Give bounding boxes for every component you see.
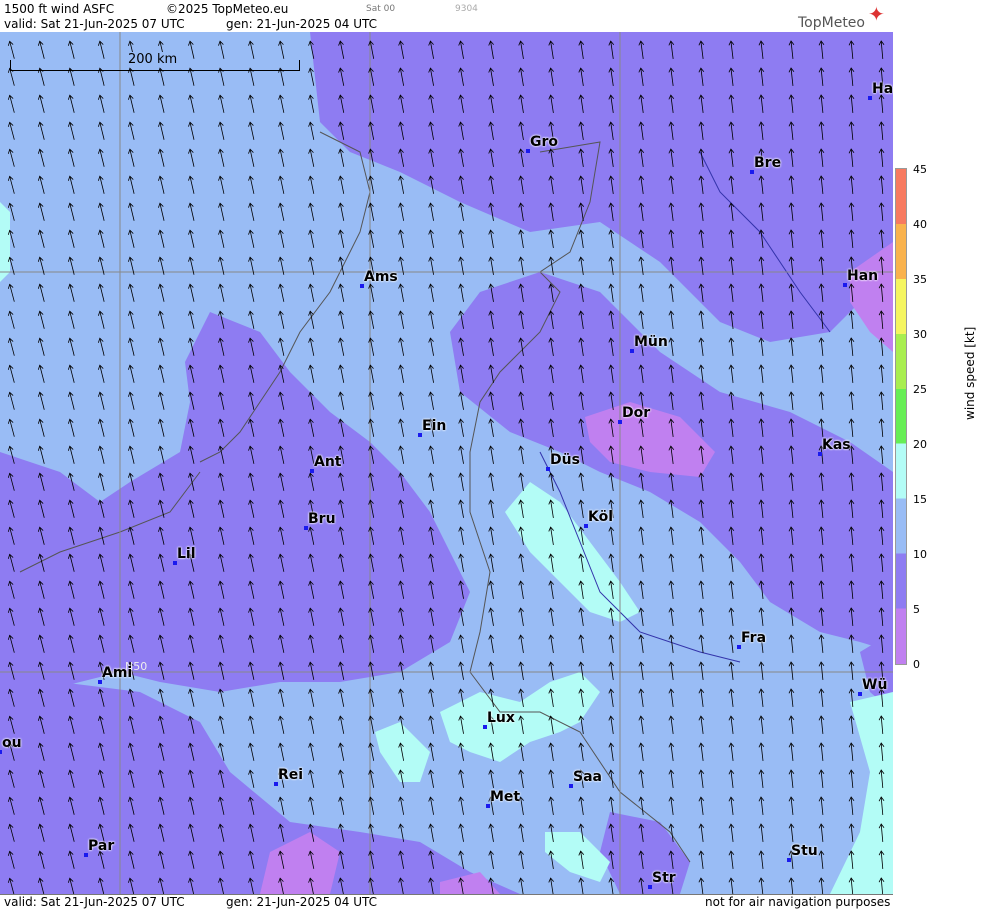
footer-generated-time: gen: 21-Jun-2025 04 UTC [226, 895, 378, 909]
legend-tick-label: 20 [913, 438, 927, 451]
legend-tick-label: 15 [913, 493, 927, 506]
footer-valid-time: valid: Sat 21-Jun-2025 07 UTC [4, 895, 185, 909]
generated-time: gen: 21-Jun-2025 04 UTC [226, 17, 378, 31]
city-label: Ein [422, 418, 447, 434]
city-label: Ams [364, 269, 398, 285]
city-label: Kas [822, 437, 851, 453]
legend-tick-label: 45 [913, 163, 927, 176]
footer-disclaimer: not for air navigation purposes [705, 895, 891, 909]
zone-15-20kt-edge [0, 202, 10, 282]
compass-logo-icon: ✦ [868, 2, 885, 26]
city-label: Wü [862, 677, 888, 693]
city-label: Str [652, 870, 676, 886]
legend-tick-label: 5 [913, 603, 920, 616]
legend-tick-label: 30 [913, 328, 927, 341]
footer-bar: valid: Sat 21-Jun-2025 07 UTC gen: 21-Ju… [0, 894, 893, 910]
city-label: Fra [741, 630, 767, 646]
legend-color-bar [895, 168, 907, 665]
legend-tick-label: 10 [913, 548, 927, 561]
city-label: Dor [622, 405, 651, 421]
city-label: Rei [278, 767, 304, 783]
city-label: Lil [177, 546, 196, 562]
scale-label: 200 km [128, 52, 178, 67]
city-label: Ami [102, 665, 133, 681]
product-title: 1500 ft wind ASFC [4, 2, 115, 16]
city-label: Bru [308, 511, 336, 527]
valid-time: valid: Sat 21-Jun-2025 07 UTC [4, 17, 185, 31]
city-label: ou [2, 735, 22, 751]
city-label: Köl [588, 509, 614, 525]
wind-map: 200 km N50 Ha Gro Bre Han Ams Mün Dor Ein Kas Ant… [0, 32, 894, 894]
run-code: 9304 [455, 4, 478, 14]
city-label: Bre [754, 155, 782, 171]
legend-tick-label: 0 [913, 658, 920, 671]
city-label: Saa [573, 769, 602, 785]
legend-panel: 45 40 35 30 25 20 15 10 5 0 wind speed [kt] [893, 0, 983, 909]
city-label: Stu [791, 843, 818, 859]
legend-title: wind speed [kt] [963, 326, 977, 420]
legend-tick-label: 35 [913, 273, 927, 286]
city-label: Lux [487, 710, 515, 726]
topmeteo-logo: TopMeteo [798, 15, 865, 31]
copyright-text: ©2025 TopMeteo.eu [166, 2, 289, 16]
city-label: Gro [530, 134, 559, 150]
city-label: Met [490, 789, 521, 805]
header-bar: 1500 ft wind ASFC ©2025 TopMeteo.eu Sat … [0, 0, 893, 32]
legend-tick-label: 40 [913, 218, 927, 231]
city-label: Ha [872, 81, 894, 97]
city-label: Ant [314, 454, 342, 470]
legend-tick-label: 25 [913, 383, 927, 396]
city-label: Par [88, 838, 115, 854]
city-label: Mün [634, 334, 668, 350]
day-code: Sat 00 [366, 4, 396, 14]
city-label: Han [847, 268, 879, 284]
city-label: Düs [550, 452, 580, 468]
